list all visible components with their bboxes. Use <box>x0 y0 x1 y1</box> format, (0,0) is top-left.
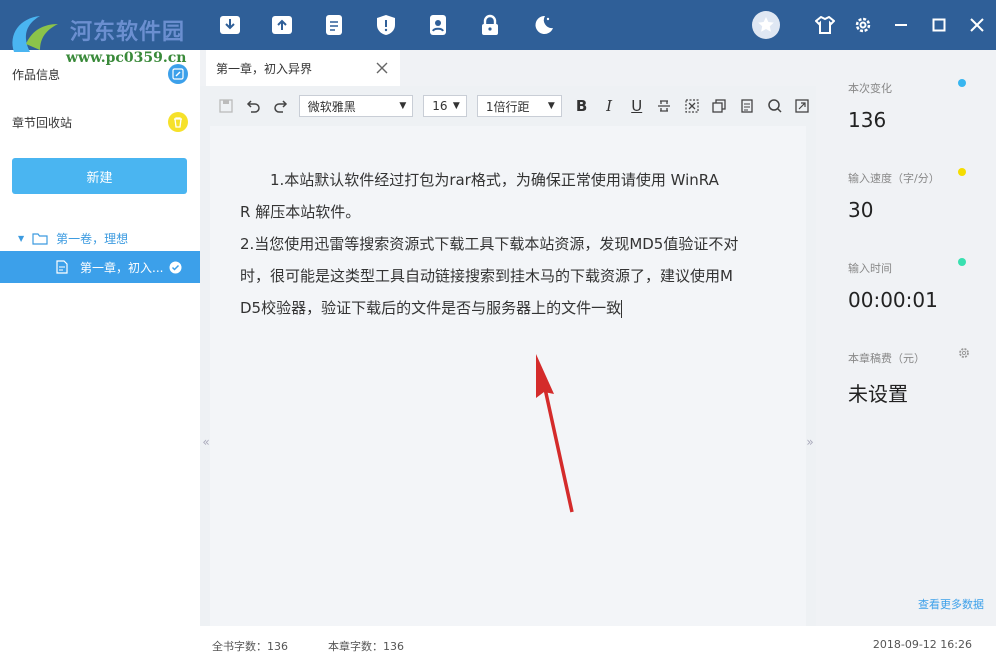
lock-icon[interactable] <box>464 12 516 38</box>
text-line: R 解压本站软件。 <box>240 203 361 221</box>
editor-paper[interactable]: 1.本站默认软件经过打包为rar格式，为确保正常使用请使用 WinRA R 解压… <box>210 126 806 626</box>
text-line: 1.本站默认软件经过打包为rar格式，为确保正常使用请使用 WinRA <box>270 171 719 189</box>
logo-brand: 河东软件园 <box>70 19 186 45</box>
sidebar: 作品信息 章节回收站 新建 ▼ 第一卷，理想 第一章，初入... <box>0 50 200 664</box>
chapter-label: 第一章，初入... <box>80 260 164 275</box>
tab-chapter[interactable]: 第一章，初入异界 <box>206 50 400 86</box>
format-toolbar: 微软雅黑 ▼ 16 ▼ 1倍行距 ▼ B I U <box>200 86 816 126</box>
tab-strip: 第一章，初入异界 <box>200 50 816 86</box>
redo-icon[interactable] <box>267 94 295 118</box>
top-toolbar <box>204 12 568 38</box>
chapter-item[interactable]: 第一章，初入... <box>0 251 200 283</box>
contacts-icon[interactable] <box>412 12 464 38</box>
stats-panel: 本次变化 136 输入速度（字/分） 30 输入时间 00:00:01 本章稿费… <box>816 50 996 626</box>
font-value: 微软雅黑 <box>307 99 356 114</box>
maximize-icon[interactable] <box>920 0 958 50</box>
strikethrough-icon[interactable] <box>651 94 679 118</box>
stat-time-value: 00:00:01 <box>848 288 938 312</box>
chevron-down-icon: ▼ <box>547 101 555 111</box>
shirt-icon[interactable] <box>806 0 844 50</box>
collapse-right-icon[interactable]: » <box>804 430 816 454</box>
copy-icon[interactable] <box>706 94 734 118</box>
shield-icon[interactable] <box>360 12 412 38</box>
window-controls <box>752 0 996 50</box>
logo: 河东软件园 www.pc0359.cn <box>4 4 204 68</box>
editor-text[interactable]: 1.本站默认软件经过打包为rar格式，为确保正常使用请使用 WinRA R 解压… <box>240 164 780 324</box>
save-icon[interactable] <box>212 94 240 118</box>
stat-speed-label: 输入速度（字/分） <box>848 172 940 185</box>
caret-down-icon: ▼ <box>18 233 25 243</box>
search-icon[interactable] <box>761 94 789 118</box>
folder-icon <box>32 232 48 245</box>
text-line: 时，很可能是这类型工具自动链接搜索到挂木马的下载资源了，建议使用M <box>240 267 733 285</box>
font-size-value: 16 <box>432 99 448 113</box>
volume-label: 第一卷，理想 <box>56 231 129 246</box>
stat-speed: 输入速度（字/分） 30 <box>848 170 988 222</box>
bold-icon[interactable]: B <box>568 94 596 118</box>
more-data-link[interactable]: 查看更多数据 <box>918 596 984 612</box>
text-cursor <box>621 299 623 318</box>
document-icon <box>56 260 68 274</box>
trash-icon[interactable] <box>168 112 188 132</box>
night-mode-icon[interactable] <box>516 12 568 38</box>
text-line-content: D5校验器，验证下载后的文件是否与服务器上的文件一致 <box>240 299 622 317</box>
stat-time-label: 输入时间 <box>848 262 892 275</box>
stat-change-value: 136 <box>848 108 887 132</box>
chevron-down-icon: ▼ <box>399 101 407 111</box>
chapter-word-count: 本章字数：136 <box>328 640 404 653</box>
stat-speed-dot <box>958 168 966 176</box>
stat-change-dot <box>958 79 966 87</box>
notes-icon[interactable] <box>308 12 360 38</box>
chevron-down-icon: ▼ <box>452 101 460 111</box>
work-info-label: 作品信息 <box>12 67 61 82</box>
datetime: 2018-09-12 16:26 <box>872 638 972 651</box>
stat-fee-value: 未设置 <box>848 382 908 406</box>
tab-close-icon[interactable] <box>374 60 390 76</box>
settings-icon[interactable] <box>844 0 882 50</box>
close-icon[interactable] <box>958 0 996 50</box>
tab-title: 第一章，初入异界 <box>216 61 313 76</box>
download-icon[interactable] <box>204 12 256 38</box>
status-bar: 全书字数：136 本章字数：136 2018-09-12 16:26 <box>200 626 996 664</box>
volume-item[interactable]: ▼ 第一卷，理想 <box>18 228 128 248</box>
stat-time: 输入时间 00:00:01 <box>848 260 988 312</box>
stat-speed-value: 30 <box>848 198 874 222</box>
collapse-left-icon[interactable]: « <box>200 430 212 454</box>
font-select[interactable]: 微软雅黑 ▼ <box>298 95 414 117</box>
text-line: 2.当您使用迅雷等搜索资源式下载工具下载本站资源，发现MD5值验证不对 <box>240 235 739 253</box>
underline-icon[interactable]: U <box>623 94 651 118</box>
logo-icon <box>12 16 58 52</box>
undo-icon[interactable] <box>240 94 268 118</box>
font-size-select[interactable]: 16 ▼ <box>423 95 467 117</box>
logo-url: www.pc0359.cn <box>66 50 187 66</box>
cut-icon[interactable] <box>678 94 706 118</box>
stat-change-label: 本次变化 <box>848 82 892 95</box>
fullscreen-icon[interactable] <box>788 94 816 118</box>
paste-icon[interactable] <box>733 94 761 118</box>
avatar[interactable] <box>752 11 780 39</box>
stat-time-dot <box>958 258 966 266</box>
text-line: D5校验器，验证下载后的文件是否与服务器上的文件一致 <box>240 292 780 324</box>
stat-change: 本次变化 136 <box>848 80 988 132</box>
editor-area: 1.本站默认软件经过打包为rar格式，为确保正常使用请使用 WinRA R 解压… <box>200 126 816 626</box>
line-spacing-value: 1倍行距 <box>485 99 530 114</box>
fee-settings-icon[interactable] <box>958 347 970 359</box>
minimize-icon[interactable] <box>882 0 920 50</box>
check-icon <box>169 261 182 274</box>
line-spacing-select[interactable]: 1倍行距 ▼ <box>476 95 562 117</box>
book-word-count: 全书字数：136 <box>212 640 288 653</box>
italic-icon[interactable]: I <box>595 94 623 118</box>
recycle-bin-row[interactable]: 章节回收站 <box>12 110 188 134</box>
recycle-bin-label: 章节回收站 <box>12 115 73 130</box>
upload-icon[interactable] <box>256 12 308 38</box>
new-button[interactable]: 新建 <box>12 158 187 194</box>
